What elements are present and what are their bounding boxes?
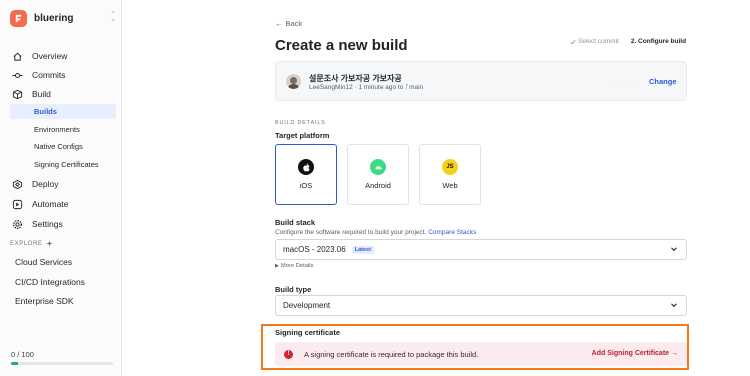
sidebar-subitem-environments[interactable]: Environments: [10, 122, 116, 137]
chevron-down-icon: [671, 303, 677, 308]
build-type-label: Build type: [275, 285, 312, 294]
platform-name: Web: [442, 181, 458, 190]
platform-option-ios[interactable]: iOS: [275, 144, 337, 205]
home-icon: [11, 50, 23, 62]
add-signing-certificate-link[interactable]: Add Signing Certificate →: [592, 350, 678, 357]
usage-progress-fill: [11, 362, 19, 365]
sidebar-item-automate[interactable]: Automate: [6, 195, 116, 213]
commit-hash: · · · ·: [613, 78, 640, 84]
android-icon: [370, 159, 386, 175]
explore-item-cloud-services[interactable]: Cloud Services: [15, 257, 72, 267]
app-switcher[interactable]: bluering ⌃ ⌄: [10, 7, 118, 29]
sidebar-item-commits[interactable]: Commits: [6, 66, 116, 84]
sidebar-item-label: Deploy: [32, 179, 59, 189]
chevron-down-icon: [671, 247, 677, 252]
explore-item-cicd-integrations[interactable]: CI/CD Integrations: [15, 277, 85, 287]
deploy-icon: [11, 178, 23, 190]
commit-time: 1 minute ago: [358, 84, 397, 91]
build-stack-select[interactable]: macOS - 2023.06 Latest: [275, 239, 687, 260]
back-link[interactable]: ← Back: [275, 19, 302, 28]
chevron-updown-icon: ⌃ ⌄: [110, 11, 116, 23]
signing-certificate-alert: ! A signing certificate is required to p…: [275, 342, 687, 366]
platform-option-web[interactable]: JS Web: [419, 144, 481, 205]
sidebar-item-deploy[interactable]: Deploy: [6, 175, 116, 193]
avatar: [286, 74, 301, 89]
explore-heading: EXPLORE: [10, 240, 53, 247]
more-details-label: More Details: [280, 263, 314, 269]
change-commit-button[interactable]: Change: [649, 77, 677, 86]
sidebar-subitem-builds[interactable]: Builds: [10, 104, 116, 119]
sidebar-item-label: Settings: [32, 219, 63, 229]
commit-card: 설문조사 가보자공 가보자공 LeeSangMin12 · 1 minute a…: [275, 61, 687, 101]
usage-count: 0 / 100: [11, 350, 34, 359]
javascript-icon: JS: [442, 159, 458, 175]
sidebar: bluering ⌃ ⌄ Overview Commits Build Build…: [0, 0, 122, 376]
sidebar-item-overview[interactable]: Overview: [6, 47, 116, 65]
sidebar-subitem-signing-certificates[interactable]: Signing Certificates: [10, 157, 116, 172]
signing-alert-text: A signing certificate is required to pac…: [304, 349, 479, 359]
commit-message: 설문조사 가보자공 가보자공: [309, 74, 402, 83]
sidebar-item-label: Commits: [32, 70, 66, 80]
step1-label: Select commit: [578, 38, 619, 45]
stepper: Select commit 2. Configure build: [570, 38, 686, 45]
sidebar-item-label: Overview: [32, 51, 68, 61]
commit-author: LeeSangMin12: [309, 84, 353, 91]
explore-label: EXPLORE: [10, 240, 43, 247]
back-label: Back: [285, 19, 303, 28]
sparkle-icon: [45, 240, 53, 247]
signing-certificate-label: Signing certificate: [275, 328, 341, 337]
usage-progress-bar: [11, 362, 113, 365]
build-details-heading: BUILD DETAILS: [275, 120, 326, 126]
platform-option-android[interactable]: Android: [347, 144, 409, 205]
platform-name: Android: [365, 181, 391, 190]
sidebar-item-label: Automate: [32, 199, 69, 209]
latest-badge: Latest: [351, 245, 374, 254]
build-type-select[interactable]: Development: [275, 295, 687, 316]
commit-to: to: [397, 84, 404, 91]
target-platform-label: Target platform: [275, 131, 330, 140]
compare-stacks-link[interactable]: Compare Stacks: [428, 229, 476, 236]
build-type-value: Development: [283, 301, 331, 310]
app-name: bluering: [34, 12, 74, 24]
box-icon: [11, 88, 23, 100]
main-content: ← Back Create a new build Select commit …: [122, 0, 750, 376]
build-stack-label: Build stack: [275, 218, 316, 227]
step-configure-build: 2. Configure build: [630, 38, 687, 45]
platform-name: iOS: [299, 181, 313, 190]
gear-icon: [11, 218, 23, 230]
more-details-toggle[interactable]: ▶ More Details: [275, 263, 313, 269]
explore-item-enterprise-sdk[interactable]: Enterprise SDK: [15, 296, 74, 306]
sidebar-subitem-native-configs[interactable]: Native Configs: [10, 139, 116, 154]
commit-branch: main: [409, 84, 424, 91]
sidebar-item-label: Build: [32, 89, 51, 99]
commit-icon: [11, 69, 23, 81]
step-select-commit[interactable]: Select commit: [570, 38, 619, 45]
apple-icon: [298, 159, 314, 175]
sidebar-item-build[interactable]: Build: [6, 85, 116, 103]
check-icon: [570, 39, 576, 44]
commit-meta: LeeSangMin12 · 1 minute ago to ᚴmain: [309, 84, 424, 91]
build-stack-help-text: Configure the software required to build…: [275, 229, 427, 236]
platform-options: iOS Android JS Web: [275, 144, 491, 205]
build-stack-help: Configure the software required to build…: [275, 229, 476, 236]
arrow-left-icon: ←: [275, 19, 283, 28]
build-stack-value: macOS - 2023.06: [283, 245, 346, 254]
error-icon: !: [284, 349, 293, 359]
page-title: Create a new build: [275, 37, 408, 54]
automate-icon: [11, 198, 23, 210]
triangle-right-icon: ▶: [275, 263, 279, 269]
app-logo-icon: [10, 9, 27, 27]
sidebar-item-settings[interactable]: Settings: [6, 215, 116, 233]
